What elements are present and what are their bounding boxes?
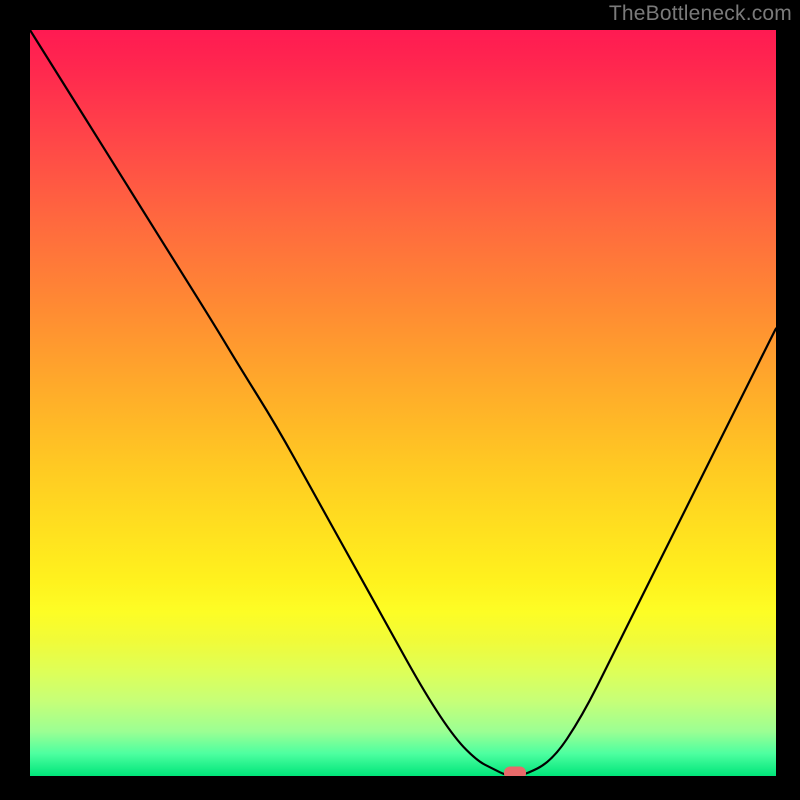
chart-line-svg <box>30 30 776 776</box>
bottleneck-curve-path <box>30 30 776 776</box>
optimal-point-marker <box>504 767 526 777</box>
watermark-text: TheBottleneck.com <box>609 2 792 26</box>
chart-plot-area <box>30 30 776 776</box>
